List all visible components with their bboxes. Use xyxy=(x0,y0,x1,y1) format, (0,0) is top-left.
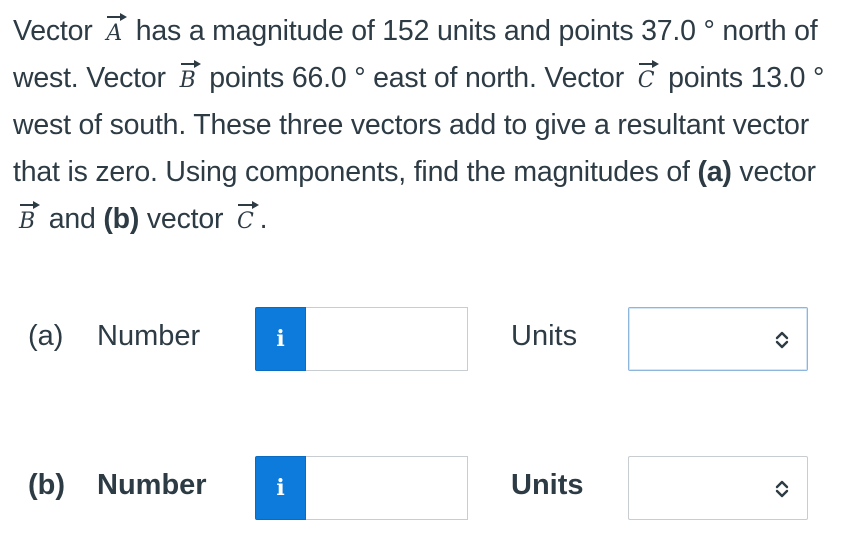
chevron-up-down-icon xyxy=(775,331,789,349)
question-text-segment: Vector xyxy=(13,15,93,47)
number-input[interactable] xyxy=(306,307,468,371)
part-a-marker: (a) xyxy=(697,156,732,188)
vector-b-symbol: B xyxy=(19,200,40,234)
question-text-segment: vector xyxy=(739,156,816,188)
units-select[interactable] xyxy=(628,456,808,520)
question-text-segment: . xyxy=(259,203,268,235)
part-label: (a) xyxy=(28,320,64,352)
part-label: (b) xyxy=(28,469,66,501)
info-button[interactable]: i xyxy=(255,456,306,520)
units-label: Units xyxy=(511,469,584,501)
vector-c-symbol: C xyxy=(637,59,659,93)
units-label: Units xyxy=(511,320,578,352)
question-text-segment: and xyxy=(48,203,96,235)
question-text-segment: points 66.0 ° east of north. Vector xyxy=(209,62,624,94)
part-b-marker: (b) xyxy=(103,203,140,235)
info-icon: i xyxy=(276,326,285,352)
number-label: Number xyxy=(97,320,201,352)
vector-b-symbol: B xyxy=(179,59,201,93)
question-text-segment: vector xyxy=(146,203,224,235)
number-input[interactable] xyxy=(306,456,468,520)
vector-c-symbol: C xyxy=(237,200,259,234)
answer-row-b: (b) Number i Units xyxy=(0,456,844,522)
chevron-up-down-icon xyxy=(775,480,789,498)
answer-row-a: (a) Number i Units xyxy=(0,307,844,373)
info-icon: i xyxy=(276,475,285,501)
question-text: Vector A has a magnitude of 152 units an… xyxy=(13,8,833,243)
units-select[interactable] xyxy=(628,307,808,371)
number-label: Number xyxy=(97,469,207,501)
vector-a-symbol: A xyxy=(106,12,127,46)
info-button[interactable]: i xyxy=(255,307,306,371)
